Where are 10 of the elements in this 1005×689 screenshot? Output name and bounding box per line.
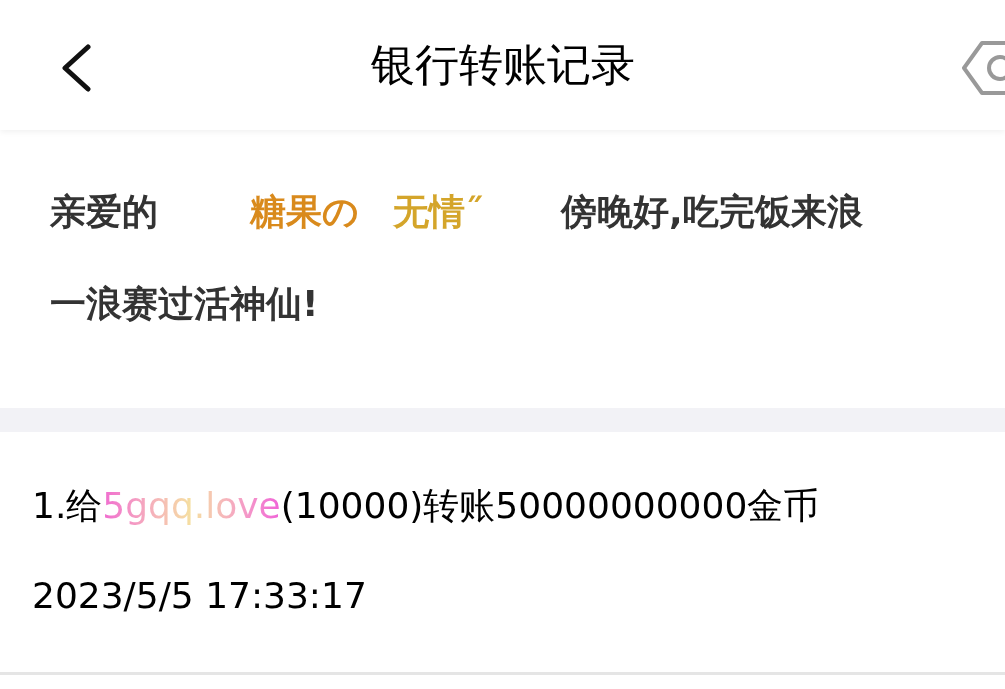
transfer-time: 2023/5/5 17:33:17 (32, 578, 367, 614)
greeting-text: 糖果の (250, 194, 359, 230)
greeting-text: 无情˝ (393, 194, 483, 230)
page-title: 银行转账记录 (370, 43, 635, 87)
back-icon[interactable] (60, 44, 92, 92)
transfer-record-text: 1.给5gqq.love(10000)转账50000000000金币 (32, 488, 820, 524)
greeting-text: 亲爱的 (50, 194, 158, 230)
greeting-text: 傍晚好,吃完饭来浪 (561, 194, 863, 230)
greeting-text: 一浪赛过活神仙! (50, 286, 319, 322)
settings-icon[interactable] (960, 40, 1005, 96)
